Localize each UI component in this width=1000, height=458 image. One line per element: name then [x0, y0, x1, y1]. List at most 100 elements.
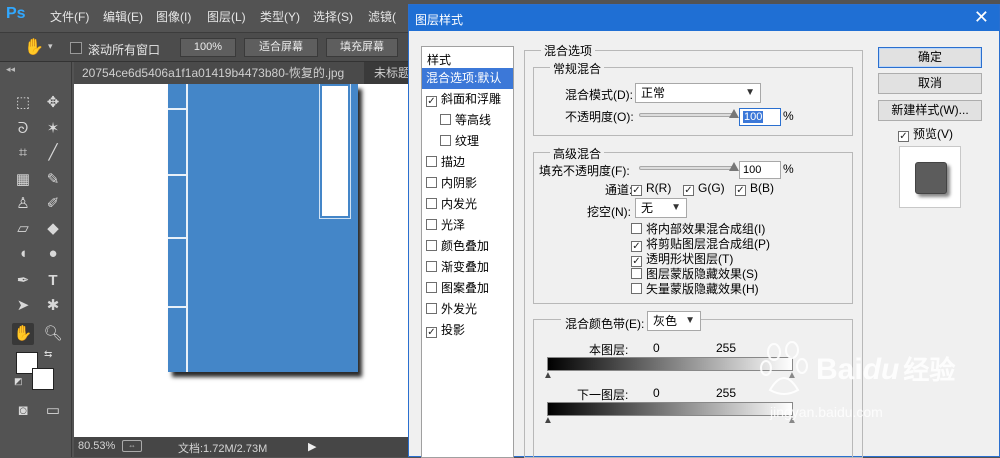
- menu-filter[interactable]: 滤镜(: [368, 8, 396, 25]
- menu-layer[interactable]: 图层(L): [207, 8, 246, 25]
- knockout-select[interactable]: 无 ▼: [635, 198, 687, 218]
- menu-select[interactable]: 选择(S): [313, 8, 353, 25]
- status-menu-arrow-icon[interactable]: ▶: [308, 440, 316, 453]
- canvas-area[interactable]: [74, 84, 410, 437]
- eyedropper-icon[interactable]: ╱: [42, 142, 64, 164]
- fit-screen-button[interactable]: 适合屏幕: [244, 38, 318, 57]
- channel-r[interactable]: ✓ R(R): [631, 181, 671, 196]
- channel-g[interactable]: ✓ G(G): [683, 181, 725, 196]
- healing-brush-icon[interactable]: ▦: [12, 169, 34, 191]
- style-item-checkbox[interactable]: [426, 156, 437, 167]
- preview-checkbox[interactable]: ✓: [898, 131, 909, 142]
- tab-document-2[interactable]: 未标题: [366, 62, 410, 84]
- advanced-option-checkbox[interactable]: [631, 223, 642, 234]
- zoom-tool-icon[interactable]: 🔍︎: [42, 323, 64, 345]
- stamp-tool-icon[interactable]: ♙: [12, 193, 34, 215]
- menu-type[interactable]: 类型(Y): [260, 8, 300, 25]
- fill-opacity-input[interactable]: 100: [739, 161, 781, 179]
- style-item-checkbox[interactable]: [440, 135, 451, 146]
- style-item[interactable]: 渐变叠加: [422, 257, 513, 278]
- default-colors-icon[interactable]: ◩: [14, 376, 23, 387]
- opacity-slider-thumb[interactable]: [729, 109, 739, 118]
- style-item[interactable]: 光泽: [422, 215, 513, 236]
- magic-wand-icon[interactable]: ✶: [42, 118, 64, 140]
- menu-edit[interactable]: 编辑(E): [103, 8, 143, 25]
- underlying-black-slider-icon[interactable]: ▲: [543, 415, 553, 426]
- style-item[interactable]: 图案叠加: [422, 278, 513, 299]
- style-item-checkbox[interactable]: [440, 114, 451, 125]
- menu-file[interactable]: 文件(F): [50, 8, 89, 25]
- fill-opacity-slider-thumb[interactable]: [729, 162, 739, 171]
- scroll-all-windows-checkbox[interactable]: [70, 42, 82, 54]
- this-layer-black-slider-icon[interactable]: ▲: [543, 370, 553, 381]
- style-item-checkbox[interactable]: [426, 282, 437, 293]
- opacity-input[interactable]: 100: [739, 108, 781, 126]
- style-item-checkbox[interactable]: [426, 261, 437, 272]
- pen-tool-icon[interactable]: ✒: [12, 270, 34, 292]
- brush-tool-icon[interactable]: ✎: [42, 169, 64, 191]
- blend-if-select[interactable]: 灰色 ▼: [647, 311, 701, 331]
- eraser-tool-icon[interactable]: ▱: [12, 218, 34, 240]
- lasso-tool-icon[interactable]: ᘐ: [12, 118, 34, 140]
- background-color-swatch[interactable]: [32, 368, 54, 390]
- history-brush-icon[interactable]: ✐: [42, 193, 64, 215]
- style-item-checkbox[interactable]: [426, 198, 437, 209]
- move-tool-icon[interactable]: ✥: [42, 92, 64, 114]
- screen-mode-icon[interactable]: ▭: [42, 400, 64, 422]
- fill-screen-button[interactable]: 填充屏幕: [326, 38, 398, 57]
- dialog-titlebar[interactable]: 图层样式 ✕: [409, 5, 999, 31]
- tab-document-1[interactable]: 20754ce6d5406a1f1a01419b4473b80-恢复的.jpg: [74, 62, 364, 84]
- cancel-button[interactable]: 取消: [878, 73, 982, 94]
- ok-button[interactable]: 确定: [878, 47, 982, 68]
- zoom-level[interactable]: 80.53%: [78, 440, 115, 452]
- channel-b-checkbox[interactable]: ✓: [735, 185, 746, 196]
- style-item-checkbox[interactable]: ✓: [426, 327, 437, 338]
- style-item-checkbox[interactable]: ✓: [426, 96, 437, 107]
- style-item-checkbox[interactable]: [426, 177, 437, 188]
- style-item[interactable]: 混合选项:默认: [422, 68, 513, 89]
- style-item[interactable]: 外发光: [422, 299, 513, 320]
- share-icon[interactable]: ⇔: [122, 440, 142, 452]
- hand-tool-active-icon[interactable]: ✋: [12, 323, 34, 345]
- advanced-option-checkbox[interactable]: [631, 268, 642, 279]
- style-item[interactable]: 内发光: [422, 194, 513, 215]
- close-icon[interactable]: ✕: [974, 7, 989, 27]
- crop-tool-icon[interactable]: ⌗: [12, 142, 34, 164]
- collapse-panel-icon[interactable]: ◂◂: [6, 64, 15, 75]
- zoom-100-button[interactable]: 100%: [180, 38, 236, 57]
- opacity-slider[interactable]: [639, 113, 734, 117]
- channel-b[interactable]: ✓ B(B): [735, 181, 774, 196]
- marquee-tool-icon[interactable]: ⬚: [12, 92, 34, 114]
- custom-shape-icon[interactable]: ✱: [42, 295, 64, 317]
- channel-r-checkbox[interactable]: ✓: [631, 185, 642, 196]
- type-tool-icon[interactable]: T: [42, 270, 64, 292]
- style-item[interactable]: ✓ 斜面和浮雕: [422, 89, 513, 110]
- style-item-checkbox[interactable]: [426, 219, 437, 230]
- new-style-button[interactable]: 新建样式(W)...: [878, 100, 982, 121]
- quick-mask-icon[interactable]: ◙: [12, 400, 34, 422]
- fill-opacity-slider[interactable]: [639, 166, 734, 170]
- channel-g-checkbox[interactable]: ✓: [683, 185, 694, 196]
- this-layer-gradient[interactable]: [547, 357, 793, 371]
- style-item[interactable]: 颜色叠加: [422, 236, 513, 257]
- style-item[interactable]: ✓ 投影: [422, 320, 513, 341]
- blur-tool-icon[interactable]: ◖: [12, 243, 34, 265]
- underlying-layer-gradient[interactable]: [547, 402, 793, 416]
- menu-image[interactable]: 图像(I): [156, 8, 191, 25]
- style-item[interactable]: 描边: [422, 152, 513, 173]
- hand-tool-icon[interactable]: ✋: [24, 37, 44, 57]
- tool-preset-chevron-icon[interactable]: ▾: [48, 41, 53, 52]
- paint-bucket-icon[interactable]: ◆: [42, 218, 64, 240]
- style-item-checkbox[interactable]: [426, 303, 437, 314]
- style-item[interactable]: 内阴影: [422, 173, 513, 194]
- preview-toggle[interactable]: ✓ 预览(V): [898, 125, 953, 142]
- blend-mode-select[interactable]: 正常 ▼: [635, 83, 761, 103]
- advanced-option[interactable]: 矢量蒙版隐藏效果(H): [631, 280, 759, 297]
- style-item[interactable]: 纹理: [422, 131, 513, 152]
- advanced-option-checkbox[interactable]: [631, 283, 642, 294]
- path-selection-icon[interactable]: ➤: [12, 295, 34, 317]
- style-item[interactable]: 等高线: [422, 110, 513, 131]
- dodge-tool-icon[interactable]: ●: [42, 243, 64, 265]
- swap-colors-icon[interactable]: ⇆: [44, 349, 52, 360]
- style-item-checkbox[interactable]: [426, 240, 437, 251]
